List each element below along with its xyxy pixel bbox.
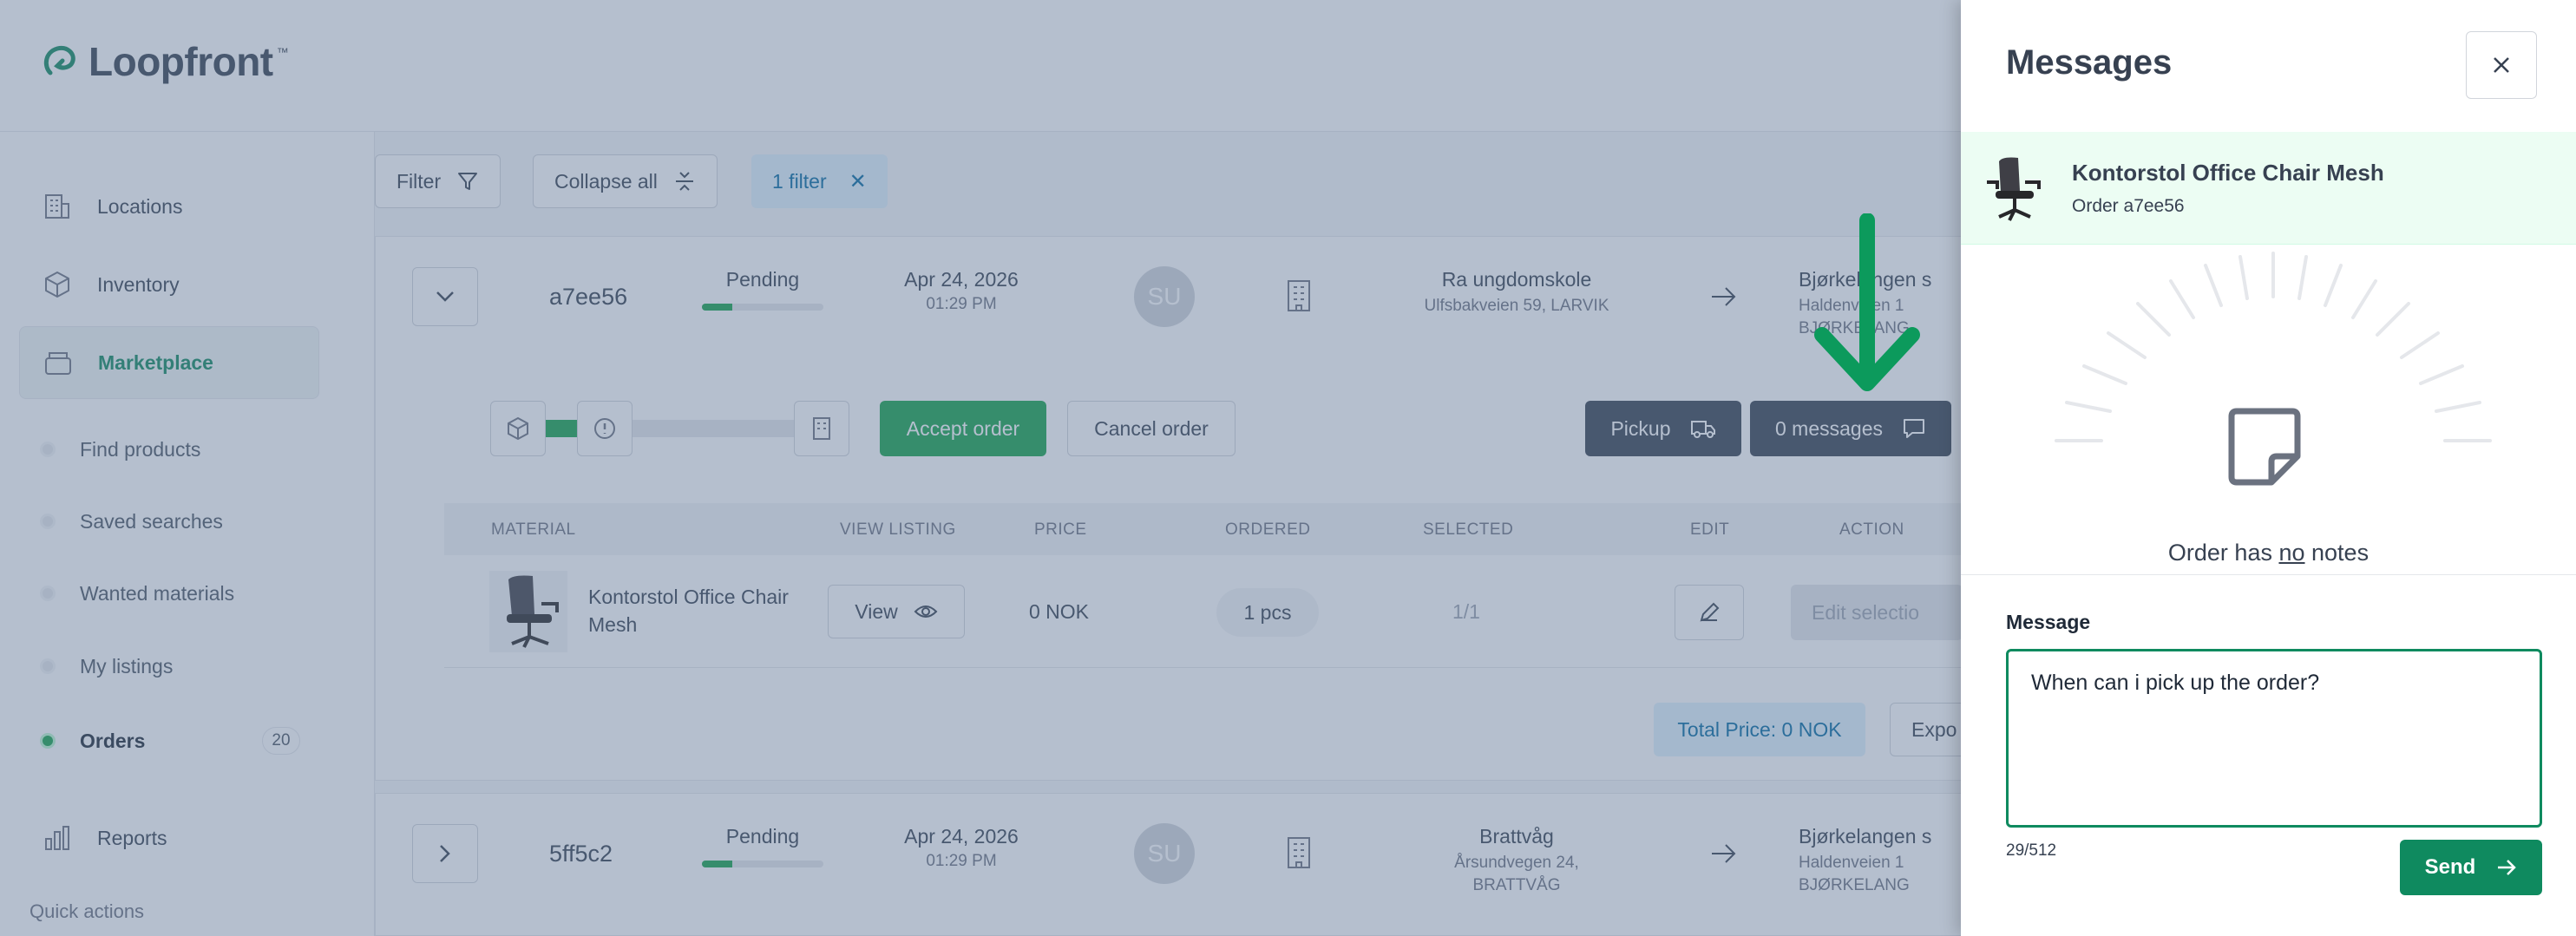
divider — [1961, 574, 2576, 575]
order-reference: Order a7ee56 — [2072, 196, 2185, 216]
close-icon — [2494, 57, 2509, 73]
modal-backdrop[interactable] — [0, 0, 1961, 936]
send-button[interactable]: Send — [2400, 840, 2542, 895]
chair-thumbnail — [1987, 157, 2041, 221]
empty-state-text-part: notes — [2304, 540, 2370, 566]
empty-state-emphasis: no — [2278, 540, 2305, 566]
message-label: Message — [2006, 611, 2091, 633]
message-input[interactable]: When can i pick up the order? — [2006, 649, 2542, 828]
empty-state-text-part: Order has — [2167, 540, 2279, 566]
close-drawer-button[interactable] — [2466, 31, 2537, 99]
arrow-right-icon — [2498, 860, 2517, 875]
messages-drawer: Messages Kontorstol Office Chair Mesh Or… — [1961, 0, 2576, 936]
send-label: Send — [2424, 855, 2476, 879]
empty-state-text: Order has no notes — [1961, 540, 2576, 566]
arrow-down-icon — [1814, 213, 1920, 391]
character-count: 29/512 — [2006, 841, 2057, 860]
drawer-title: Messages — [2006, 43, 2173, 82]
product-banner: Kontorstol Office Chair Mesh Order a7ee5… — [1961, 132, 2576, 245]
sticky-note-icon — [2228, 408, 2301, 486]
product-name: Kontorstol Office Chair Mesh — [2072, 160, 2384, 186]
